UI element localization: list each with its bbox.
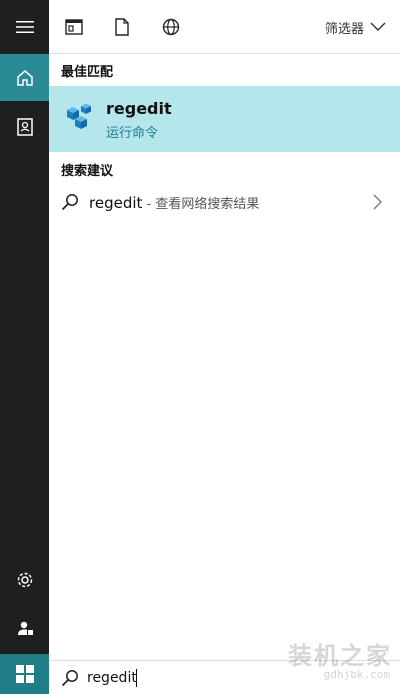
best-match-subtitle: 运行命令 [106,126,159,141]
text-caret [136,669,137,687]
best-match-header: 最佳匹配 [61,65,114,80]
search-toolbar: 筛选器 [49,0,400,54]
results-panel: 最佳匹配 regedit 运行命令 搜索建议 regedit - 查看网络搜索结… [49,54,400,660]
chevron-down-icon [370,22,386,31]
suggestion-term: regedit [89,194,143,212]
windows-search-window: 筛选器 最佳匹配 regedit 运行命令 搜索建议 regedit - 查看网… [0,0,400,694]
registry-editor-icon [67,103,91,129]
web-filter-button[interactable] [158,14,184,40]
search-icon [61,670,78,687]
web-search-suggestion[interactable]: regedit - 查看网络搜索结果 [49,182,400,222]
settings-button[interactable] [0,556,49,603]
feedback-button[interactable] [0,604,49,651]
apps-filter-button[interactable] [61,14,87,40]
search-suggestions-header: 搜索建议 [61,164,114,179]
feedback-icon [17,621,33,635]
chevron-right-icon [373,194,382,210]
filter-dropdown[interactable]: 筛选器 [325,16,386,38]
settings-icon [17,572,32,587]
suggestion-description: - 查看网络搜索结果 [142,197,260,212]
apps-icon [65,19,83,35]
best-match-title: regedit [106,99,172,118]
start-button[interactable] [0,654,49,694]
best-match-item[interactable]: regedit 运行命令 [49,86,400,152]
hamburger-menu-button[interactable] [0,3,49,50]
web-icon [162,18,180,36]
notebook-icon [16,117,33,136]
filter-label: 筛选器 [324,21,364,37]
suggestion-text: regedit - 查看网络搜索结果 [89,193,259,212]
home-button[interactable] [0,54,49,101]
search-icon [61,194,78,211]
home-icon [16,69,33,86]
notebook-button[interactable] [0,103,49,150]
documents-icon [115,18,129,36]
hamburger-menu-icon [15,20,34,33]
search-input[interactable] [87,666,287,690]
documents-filter-button[interactable] [109,14,135,40]
windows-start-icon [15,665,34,683]
left-rail [0,0,49,694]
search-box[interactable] [49,660,400,694]
